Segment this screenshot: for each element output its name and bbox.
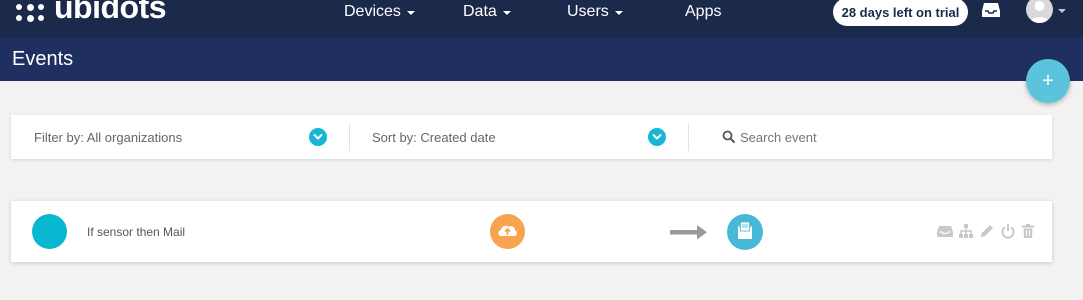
event-row[interactable]: If sensor then Mail [11,201,1052,262]
caret-down-icon [614,11,623,15]
trial-badge[interactable]: 28 days left on trial [833,0,968,26]
divider [349,123,350,151]
filter-bar: Filter by: All organizations Sort by: Cr… [11,115,1052,159]
arrow-right-icon [670,225,707,240]
chevron-down-icon[interactable] [648,128,666,146]
nav-devices-label: Devices [344,3,401,20]
caret-down-icon [406,11,415,15]
page-title: Events [12,48,74,70]
mail-icon [727,214,763,250]
user-avatar-icon[interactable] [1026,0,1053,23]
power-icon[interactable] [1000,223,1016,239]
filter-dropdown[interactable]: Filter by: All organizations [34,115,324,159]
inbox-icon[interactable] [937,223,953,239]
event-status-indicator [32,214,67,249]
caret-down-icon [502,11,511,15]
pencil-icon[interactable] [979,223,995,239]
nav-devices[interactable]: Devices [344,0,415,24]
sort-dropdown[interactable]: Sort by: Created date [372,115,652,159]
divider [688,123,689,151]
nav-apps-label: Apps [685,3,722,20]
trash-icon[interactable] [1020,223,1036,239]
sort-label: Sort by: Created date [372,129,496,145]
nav-users-label: Users [567,3,609,20]
search-input[interactable] [740,115,1040,159]
search-icon [722,130,736,144]
caret-down-icon[interactable] [1058,9,1066,13]
nav-apps[interactable]: Apps [685,0,721,24]
cloud-upload-icon [490,214,525,249]
event-name[interactable]: If sensor then Mail [87,225,185,239]
inbox-icon[interactable] [982,2,1000,18]
nav-data-label: Data [463,3,497,20]
sitemap-icon[interactable] [958,223,974,239]
nav-users[interactable]: Users [567,0,623,24]
page-header: Events [0,38,1083,81]
nav-data[interactable]: Data [463,0,511,24]
logo-dots-icon [14,0,46,23]
brand-name: ubidots [54,0,167,25]
brand-logo[interactable]: ubidots [14,0,167,25]
top-navbar: ubidots Devices Data Users Apps 28 days … [0,0,1083,38]
chevron-down-icon[interactable] [309,128,327,146]
filter-label: Filter by: All organizations [34,129,183,145]
add-event-button[interactable]: + [1026,59,1070,103]
